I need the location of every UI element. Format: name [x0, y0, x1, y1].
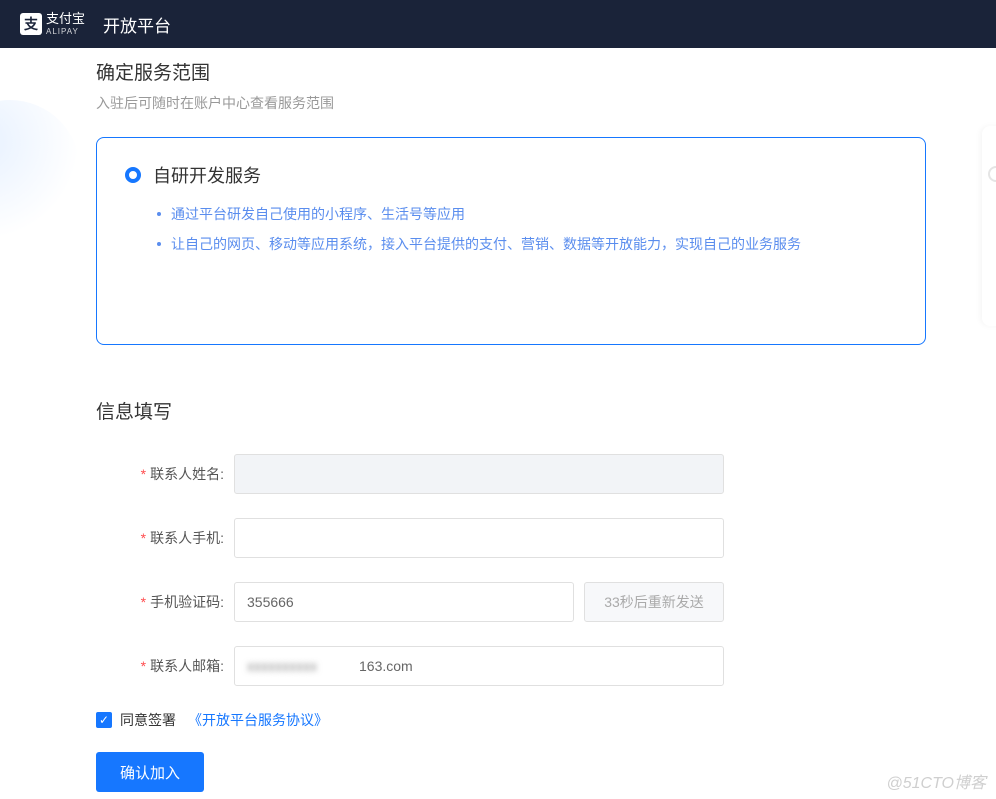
scope-subtitle: 入驻后可随时在账户中心查看服务范围 [96, 93, 968, 113]
watermark: @51CTO博客 [886, 769, 986, 793]
service-option-card[interactable]: 自研开发服务 通过平台研发自己使用的小程序、生活号等应用 让自己的网页、移动等应… [96, 137, 926, 345]
form-row-code: *手机验证码: 33秒后重新发送 [96, 582, 968, 622]
form-row-name: *联系人姓名: [96, 454, 968, 494]
form-title: 信息填写 [96, 397, 968, 424]
code-input[interactable] [234, 582, 574, 622]
service-bullet: 让自己的网页、移动等应用系统，接入平台提供的支付、营销、数据等开放能力，实现自己… [157, 234, 897, 254]
form-row-email: *联系人邮箱: xxxxxxxxxx163.com [96, 646, 968, 686]
resend-code-button: 33秒后重新发送 [584, 582, 724, 622]
name-input[interactable] [234, 454, 724, 494]
phone-input[interactable] [234, 518, 724, 558]
radio-unselected-icon [988, 166, 996, 182]
agree-text: 同意签署 [120, 710, 176, 730]
agreement-link[interactable]: 《开放平台服务协议》 [188, 710, 328, 730]
email-label: 联系人邮箱: [150, 658, 224, 674]
name-label: 联系人姓名: [150, 466, 224, 482]
agree-row: ✓ 同意签署 《开放平台服务协议》 [96, 710, 968, 730]
email-input[interactable]: xxxxxxxxxx163.com [234, 646, 724, 686]
side-option-card[interactable] [982, 126, 996, 326]
phone-label: 联系人手机: [150, 530, 224, 546]
code-label: 手机验证码: [150, 594, 224, 610]
agree-checkbox[interactable]: ✓ [96, 712, 112, 728]
service-option-label: 自研开发服务 [153, 162, 261, 188]
platform-title: 开放平台 [103, 12, 171, 37]
alipay-logo: 支 支付宝 ALIPAY [20, 12, 85, 35]
submit-button[interactable]: 确认加入 [96, 752, 204, 792]
logo-subtext: ALIPAY [46, 27, 85, 36]
scope-title: 确定服务范围 [96, 58, 968, 85]
radio-selected-icon[interactable] [125, 167, 141, 183]
form-row-phone: *联系人手机: [96, 518, 968, 558]
logo-icon: 支 [20, 13, 42, 35]
top-header: 支 支付宝 ALIPAY 开放平台 [0, 0, 996, 48]
email-suffix: 163.com [359, 658, 413, 674]
service-bullet-list: 通过平台研发自己使用的小程序、生活号等应用 让自己的网页、移动等应用系统，接入平… [125, 204, 897, 254]
logo-text: 支付宝 [46, 12, 85, 26]
service-bullet: 通过平台研发自己使用的小程序、生活号等应用 [157, 204, 897, 224]
